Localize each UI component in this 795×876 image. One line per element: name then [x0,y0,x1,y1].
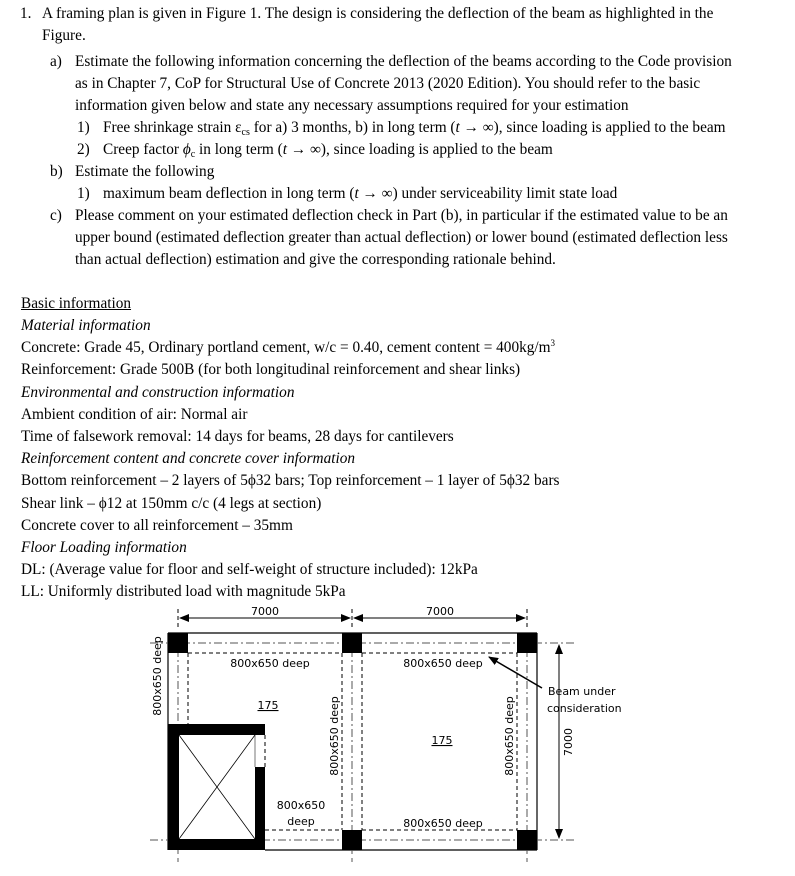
annotation-line2: consideration [547,702,622,715]
beam-label-bottom-left-2: deep [287,815,315,828]
beam-label-top-left: 800x650 deep [230,657,310,670]
dimension-top [177,609,528,630]
annotation-arrow [488,656,543,689]
span-right-label: 7000 [426,605,454,618]
beam-label-bottom-left-1: 800x650 [277,799,326,812]
lift-core [168,724,265,850]
beam-label-bottom-right: 800x650 deep [403,817,483,830]
column [517,830,537,850]
slab-thickness-left: 175 [258,699,279,712]
beam-label-mid-vertical: 800x650 deep [328,696,341,776]
column [168,633,188,653]
column [342,830,362,850]
beam-label-right-vertical: 800x650 deep [503,696,516,776]
beam-label-left-vertical: 800x650 deep [151,636,164,716]
slab-thickness-right: 175 [432,734,453,747]
beam-label-top-right: 800x650 deep [403,657,483,670]
annotation-line1: Beam under [548,685,616,698]
column [517,633,537,653]
span-vertical-label: 7000 [562,728,575,756]
column [342,633,362,653]
span-left-label: 7000 [251,605,279,618]
framing-plan: 7000 7000 800x650 deep 800x650 deep 800x… [150,605,622,866]
